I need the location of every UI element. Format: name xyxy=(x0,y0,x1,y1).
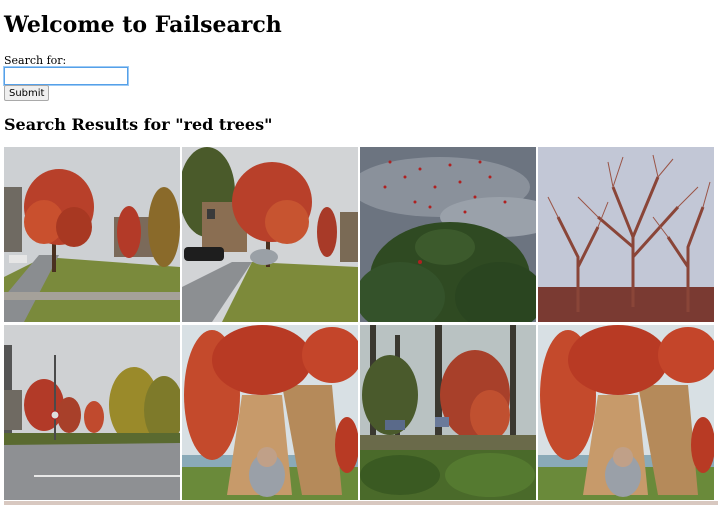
result-image[interactable] xyxy=(360,325,536,500)
result-image[interactable] xyxy=(4,325,180,500)
result-image[interactable] xyxy=(182,325,358,500)
result-image[interactable] xyxy=(182,147,358,322)
results-grid xyxy=(4,147,720,505)
next-row-edge xyxy=(4,501,718,505)
search-input[interactable] xyxy=(4,67,128,85)
submit-button[interactable]: Submit xyxy=(4,85,50,101)
result-image[interactable] xyxy=(538,147,714,322)
result-image[interactable] xyxy=(538,325,714,500)
search-label: Search for: xyxy=(4,54,67,67)
result-image[interactable] xyxy=(360,147,536,322)
result-image[interactable] xyxy=(4,147,180,322)
page-title: Welcome to Failsearch xyxy=(4,12,282,38)
results-heading: Search Results for "red trees" xyxy=(4,115,273,134)
